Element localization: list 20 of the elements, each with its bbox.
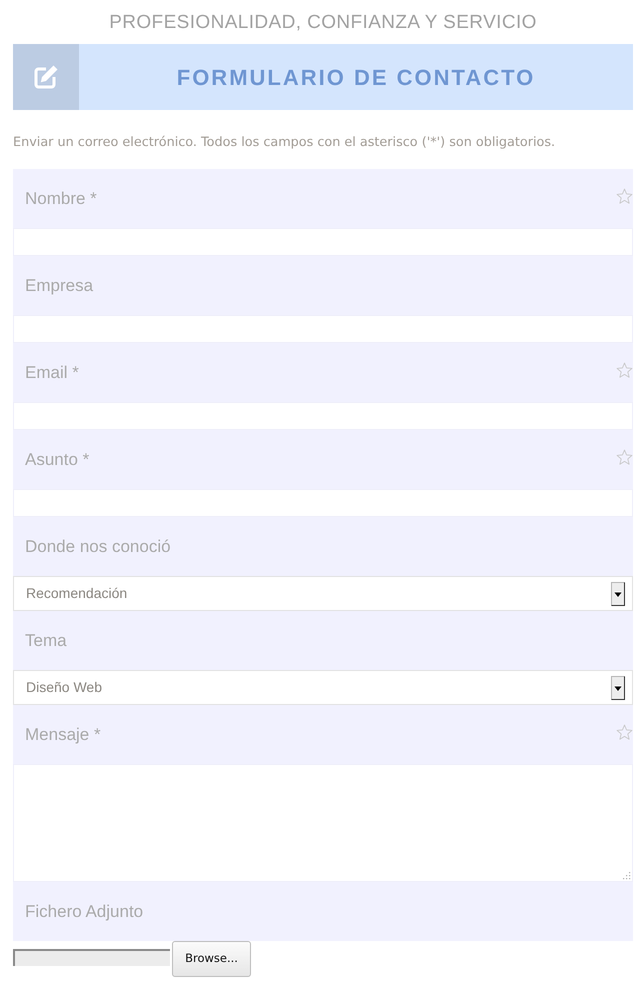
field-label: Tema xyxy=(25,630,67,652)
tagline: PROFESIONALIDAD, CONFIANZA Y SERVICIO xyxy=(108,11,538,35)
field-label: Donde nos conoció xyxy=(25,536,171,558)
browse-button[interactable]: Browse... xyxy=(172,941,251,977)
dropdown-arrow-icon xyxy=(611,676,625,700)
intro-text: Enviar un correo electrónico. Todos los campos con el asterisco ('*') son obligatorios. xyxy=(13,135,556,151)
edit-icon xyxy=(33,64,59,90)
select-field[interactable]: Diseño Web xyxy=(13,670,633,705)
field-label: Empresa xyxy=(25,274,94,297)
resize-grip-icon xyxy=(622,871,631,880)
field-label: Asunto * xyxy=(25,448,90,471)
field-label: Fichero Adjunto xyxy=(25,900,144,923)
field-label: Email * xyxy=(25,362,79,384)
field-label: Nombre * xyxy=(25,188,97,210)
dropdown-arrow-icon xyxy=(611,582,625,606)
banner-title: FORMULARIO DE CONTACTO xyxy=(176,64,536,92)
select-field[interactable]: Recomendación xyxy=(13,576,633,611)
field-label: Mensaje * xyxy=(25,724,101,746)
file-name-field[interactable] xyxy=(13,949,170,966)
message-field[interactable] xyxy=(13,764,633,882)
